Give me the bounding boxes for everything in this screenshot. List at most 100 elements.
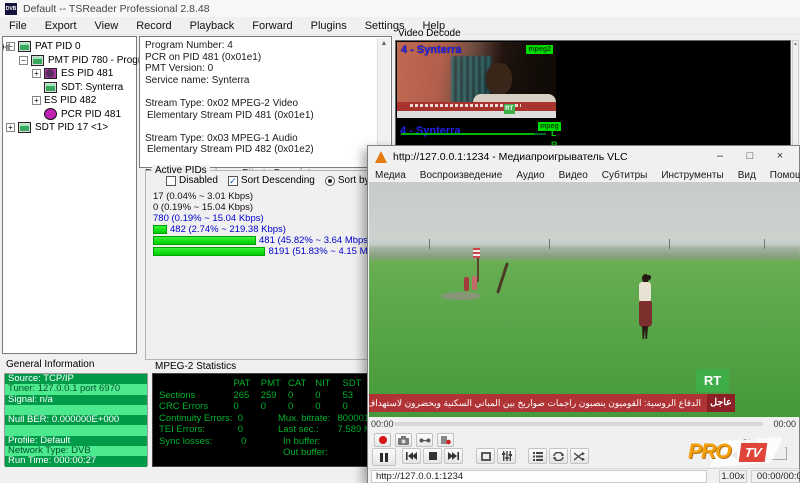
fullscreen-button[interactable]: [476, 448, 495, 464]
vlc-menu-subtitles[interactable]: Субтитры: [595, 170, 655, 181]
tree-item-es-audio[interactable]: + ES PID 482: [3, 94, 136, 108]
menu-view[interactable]: View: [86, 20, 128, 32]
pid-row[interactable]: 17 (0.04% ~ 3.01 Kbps): [153, 191, 386, 202]
minimize-button[interactable]: –: [705, 146, 735, 168]
snapshot-button[interactable]: [395, 433, 412, 447]
stats-continuity-row: Continuity Errors: 0 Mux. bitrate: 80000…: [159, 413, 397, 425]
menu-file[interactable]: File: [0, 20, 36, 32]
disabled-checkbox[interactable]: [166, 176, 176, 186]
tree-item-pat[interactable]: − PAT PID 0: [3, 40, 136, 54]
thumbnail-lower-band: [397, 111, 556, 118]
pcr-icon: [44, 108, 57, 120]
scroll-up-icon[interactable]: ▲: [378, 38, 390, 50]
vlc-menu-media[interactable]: Медиа: [368, 170, 413, 181]
program-info-panel: Program Number: 4 PCR on PID 481 (0x01e1…: [139, 36, 392, 168]
extended-settings-button[interactable]: [497, 448, 516, 464]
audio-meter-left: [401, 133, 546, 135]
sort-by-rate-radio[interactable]: [325, 176, 335, 186]
menu-record[interactable]: Record: [127, 20, 180, 32]
playback-rate[interactable]: 1.00x: [719, 470, 747, 483]
distant-person: [472, 276, 477, 290]
ticker-headline: الدفاع الروسية: القوميون ينصبون راجمات ص…: [369, 394, 707, 412]
pid-row[interactable]: 481 (45.82% ~ 3.64 Mbps): [153, 235, 386, 246]
person-in-thumbnail: [486, 63, 512, 95]
stream-url-field[interactable]: http://127.0.0.1:1234: [371, 470, 707, 483]
stats-crc-row: CRC Errors 0 0 0 0 0 0: [159, 401, 397, 413]
tsreader-titlebar: DVB Default -- TSReader Professional 2.8…: [0, 0, 800, 17]
audio-meter-left-label: L: [551, 129, 557, 137]
vlc-window-title: http://127.0.0.1:1234 - Медиапроигрывате…: [393, 151, 628, 163]
distant-treeline: [369, 246, 800, 259]
pmt-table-icon: [31, 55, 44, 66]
rt-channel-logo: RT: [696, 369, 729, 392]
info-row-profile: Profile: Default: [5, 436, 147, 446]
pat-table-icon: [18, 41, 31, 52]
stop-button[interactable]: [423, 448, 442, 464]
vlc-seek-row: 00:00 00:00: [368, 418, 799, 431]
vlc-titlebar[interactable]: http://127.0.0.1:1234 - Медиапроигрывате…: [368, 146, 799, 168]
vlc-menu-view[interactable]: Вид: [731, 170, 763, 181]
tree-item-sdt17[interactable]: + SDT PID 17 <1>: [3, 121, 136, 135]
pause-button[interactable]: [372, 448, 396, 466]
tree-item-es-video[interactable]: + ES PID 481: [3, 67, 136, 81]
menu-plugins[interactable]: Plugins: [302, 20, 356, 32]
audio-decode-row: 4 - Synterra mpeg: [400, 121, 790, 139]
vlc-menu-audio[interactable]: Аудио: [509, 170, 551, 181]
next-button[interactable]: [444, 448, 463, 464]
sort-descending-label: Sort Descending: [241, 175, 315, 186]
vlc-menu-video[interactable]: Видео: [552, 170, 595, 181]
frame-by-frame-button[interactable]: [437, 433, 454, 447]
previous-button[interactable]: [402, 448, 421, 464]
audio-codec-badge: mpeg: [538, 122, 561, 131]
close-button[interactable]: ×: [765, 146, 795, 168]
menu-playback[interactable]: Playback: [181, 20, 244, 32]
vlc-menu-playback[interactable]: Воспроизведение: [413, 170, 510, 181]
total-time: 00:00: [773, 419, 796, 429]
tsreader-window-title: Default -- TSReader Professional 2.8.48: [23, 3, 210, 15]
vlc-window: http://127.0.0.1:1234 - Медиапроигрывате…: [367, 145, 800, 483]
active-pids-groupbox: Active PIDs Disabled ✓ Sort Descending S…: [145, 170, 391, 360]
playlist-button[interactable]: [528, 448, 547, 464]
record-icon: [379, 436, 387, 444]
bent-stick: [496, 262, 509, 293]
tree-item-pmt[interactable]: − PMT PID 780 - Progr. 4: [3, 54, 136, 68]
ab-loop-icon: [419, 436, 431, 445]
menu-export[interactable]: Export: [36, 20, 86, 32]
info-row-signal: Signal: n/a: [5, 395, 147, 405]
maximize-button[interactable]: □: [735, 146, 765, 168]
fullscreen-icon: [481, 452, 491, 461]
pid-row[interactable]: 780 (0.19% ~ 15.04 Kbps): [153, 213, 386, 224]
shuffle-button[interactable]: [570, 448, 589, 464]
thumbnail-channel-label: 4 - Synterra: [401, 44, 462, 56]
vlc-menubar: Медиа Воспроизведение Аудио Видео Субтит…: [368, 168, 799, 182]
ab-loop-button[interactable]: [416, 433, 433, 447]
tree-item-pcr[interactable]: PCR PID 481: [3, 108, 136, 122]
expand-icon[interactable]: +: [6, 123, 15, 132]
collapse-icon[interactable]: −: [19, 56, 28, 65]
pid-rate-bar: [153, 247, 265, 256]
record-button[interactable]: [374, 433, 391, 447]
loop-button[interactable]: [549, 448, 568, 464]
vlc-window-buttons: – □ ×: [705, 146, 795, 168]
stats-tei-row: TEI Errors: 0 Last sec.: 7.589 Mbit: [159, 424, 397, 436]
camera-icon: [398, 436, 409, 445]
vlc-video-area[interactable]: RT الدفاع الروسية: القوميون ينصبون راجما…: [369, 182, 800, 417]
vlc-menu-tools[interactable]: Инструменты: [654, 170, 730, 181]
pid-row[interactable]: 8191 (51.83% ~ 4.15 Mbps): [153, 246, 386, 257]
pid-row[interactable]: 0 (0.19% ~ 15.04 Kbps): [153, 202, 386, 213]
seek-slider[interactable]: [394, 422, 763, 426]
tree-item-sdt-synterra[interactable]: SDT: Synterra: [3, 81, 136, 95]
expand-icon[interactable]: +: [32, 69, 41, 78]
pid-row[interactable]: 482 (2.74% ~ 219.38 Kbps): [153, 224, 386, 235]
watermark-tv-badge: TV: [739, 443, 768, 462]
vlc-menu-help[interactable]: Помощь: [763, 170, 800, 181]
equalizer-icon: [502, 451, 512, 461]
expand-icon[interactable]: +: [32, 96, 41, 105]
pid-rate-bar: [153, 236, 256, 245]
video-decode-scrollbar[interactable]: ▲: [792, 40, 799, 152]
watermark-pro-text: PRO: [688, 440, 731, 464]
menu-forward[interactable]: Forward: [243, 20, 301, 32]
sdt-table-icon: [44, 82, 57, 93]
sort-descending-checkbox[interactable]: ✓: [228, 176, 238, 186]
pid-rate-bar: [153, 225, 167, 234]
